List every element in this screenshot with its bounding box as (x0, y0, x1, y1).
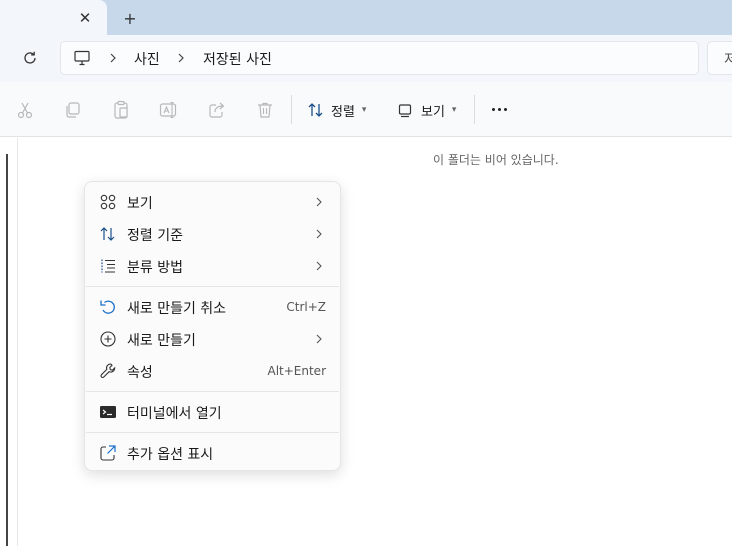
share-icon[interactable] (207, 100, 227, 120)
menu-divider (86, 391, 339, 392)
menu-item-shortcut: Alt+Enter (267, 364, 326, 378)
paste-icon[interactable] (111, 100, 131, 120)
chevron-down-icon: ▾ (361, 105, 367, 115)
sort-button[interactable]: 정렬 ▾ (307, 98, 366, 122)
view-icon (398, 104, 412, 118)
add-circle-icon (100, 331, 116, 347)
sort-icon (308, 103, 323, 117)
menu-item-view[interactable]: 보기 (89, 187, 337, 217)
menu-item-new[interactable]: 새로 만들기 (89, 324, 337, 354)
delete-icon[interactable] (255, 100, 275, 120)
grid-view-icon (100, 194, 116, 210)
menu-item-label: 분류 방법 (127, 260, 183, 276)
menu-item-label: 정렬 기준 (127, 228, 183, 244)
breadcrumb-item-photos[interactable]: 사진 (134, 49, 160, 69)
cut-icon[interactable] (15, 100, 35, 120)
menu-item-undo-new[interactable]: 새로 만들기 취소 Ctrl+Z (89, 292, 337, 322)
menu-item-shortcut: Ctrl+Z (286, 300, 326, 314)
pane-divider[interactable] (17, 138, 18, 546)
menu-item-label: 속성 (127, 365, 153, 381)
chevron-right-icon[interactable] (175, 51, 187, 65)
menu-item-label: 새로 만들기 (127, 333, 196, 349)
menu-item-sort-by[interactable]: 정렬 기준 (89, 219, 337, 249)
view-button-label: 보기 (421, 104, 445, 120)
search-placeholder: 저장된 사진 검색 (724, 49, 732, 69)
breadcrumb-item-saved-photos[interactable]: 저장된 사진 (203, 49, 272, 69)
sort-icon (100, 227, 115, 241)
empty-folder-message: 이 폴더는 비어 있습니다. (433, 153, 559, 167)
chevron-right-icon (316, 261, 322, 271)
copy-icon[interactable] (63, 100, 83, 120)
view-button[interactable]: 보기 ▾ (397, 98, 456, 122)
undo-icon (100, 300, 115, 314)
menu-divider (86, 286, 339, 287)
tab-close-icon[interactable]: ✕ (74, 8, 96, 28)
group-by-icon (101, 259, 115, 273)
menu-item-label: 새로 만들기 취소 (127, 301, 227, 317)
navigation-pane-edge (6, 154, 8, 546)
context-menu: 보기 정렬 기준 분류 방법 새로 만들기 취소 Ctrl+Z 새로 만들기 속… (84, 181, 341, 471)
chevron-down-icon: ▾ (451, 105, 457, 115)
title-bar: ✕ + (0, 0, 732, 35)
more-options-icon[interactable] (488, 98, 510, 120)
rename-icon[interactable] (159, 100, 179, 120)
menu-item-show-more-options[interactable]: 추가 옵션 표시 (89, 438, 337, 468)
menu-item-properties[interactable]: 속성 Alt+Enter (89, 356, 337, 386)
menu-divider (86, 432, 339, 433)
menu-item-label: 추가 옵션 표시 (127, 447, 214, 463)
address-bar: 사진 저장된 사진 저장된 사진 검색 (0, 35, 732, 82)
chevron-right-icon (316, 334, 322, 344)
menu-item-label: 터미널에서 열기 (127, 406, 222, 422)
search-input[interactable]: 저장된 사진 검색 (707, 41, 732, 75)
open-external-icon (100, 445, 116, 461)
menu-item-group-by[interactable]: 분류 방법 (89, 251, 337, 281)
command-bar: 정렬 ▾ 보기 ▾ (0, 82, 732, 137)
terminal-icon (100, 406, 116, 418)
tab-current[interactable]: ✕ (0, 0, 107, 35)
toolbar-divider (291, 95, 292, 124)
chevron-right-icon (316, 197, 322, 207)
breadcrumb[interactable]: 사진 저장된 사진 (60, 41, 699, 75)
menu-item-label: 보기 (127, 196, 153, 212)
this-pc-icon[interactable] (73, 50, 91, 66)
refresh-icon[interactable] (19, 47, 41, 69)
wrench-icon (100, 363, 116, 378)
menu-item-open-terminal[interactable]: 터미널에서 열기 (89, 397, 337, 427)
chevron-right-icon[interactable] (107, 51, 119, 65)
toolbar-divider (474, 95, 475, 124)
chevron-right-icon (316, 229, 322, 239)
sort-button-label: 정렬 (331, 104, 355, 120)
new-tab-button[interactable]: + (119, 7, 141, 29)
